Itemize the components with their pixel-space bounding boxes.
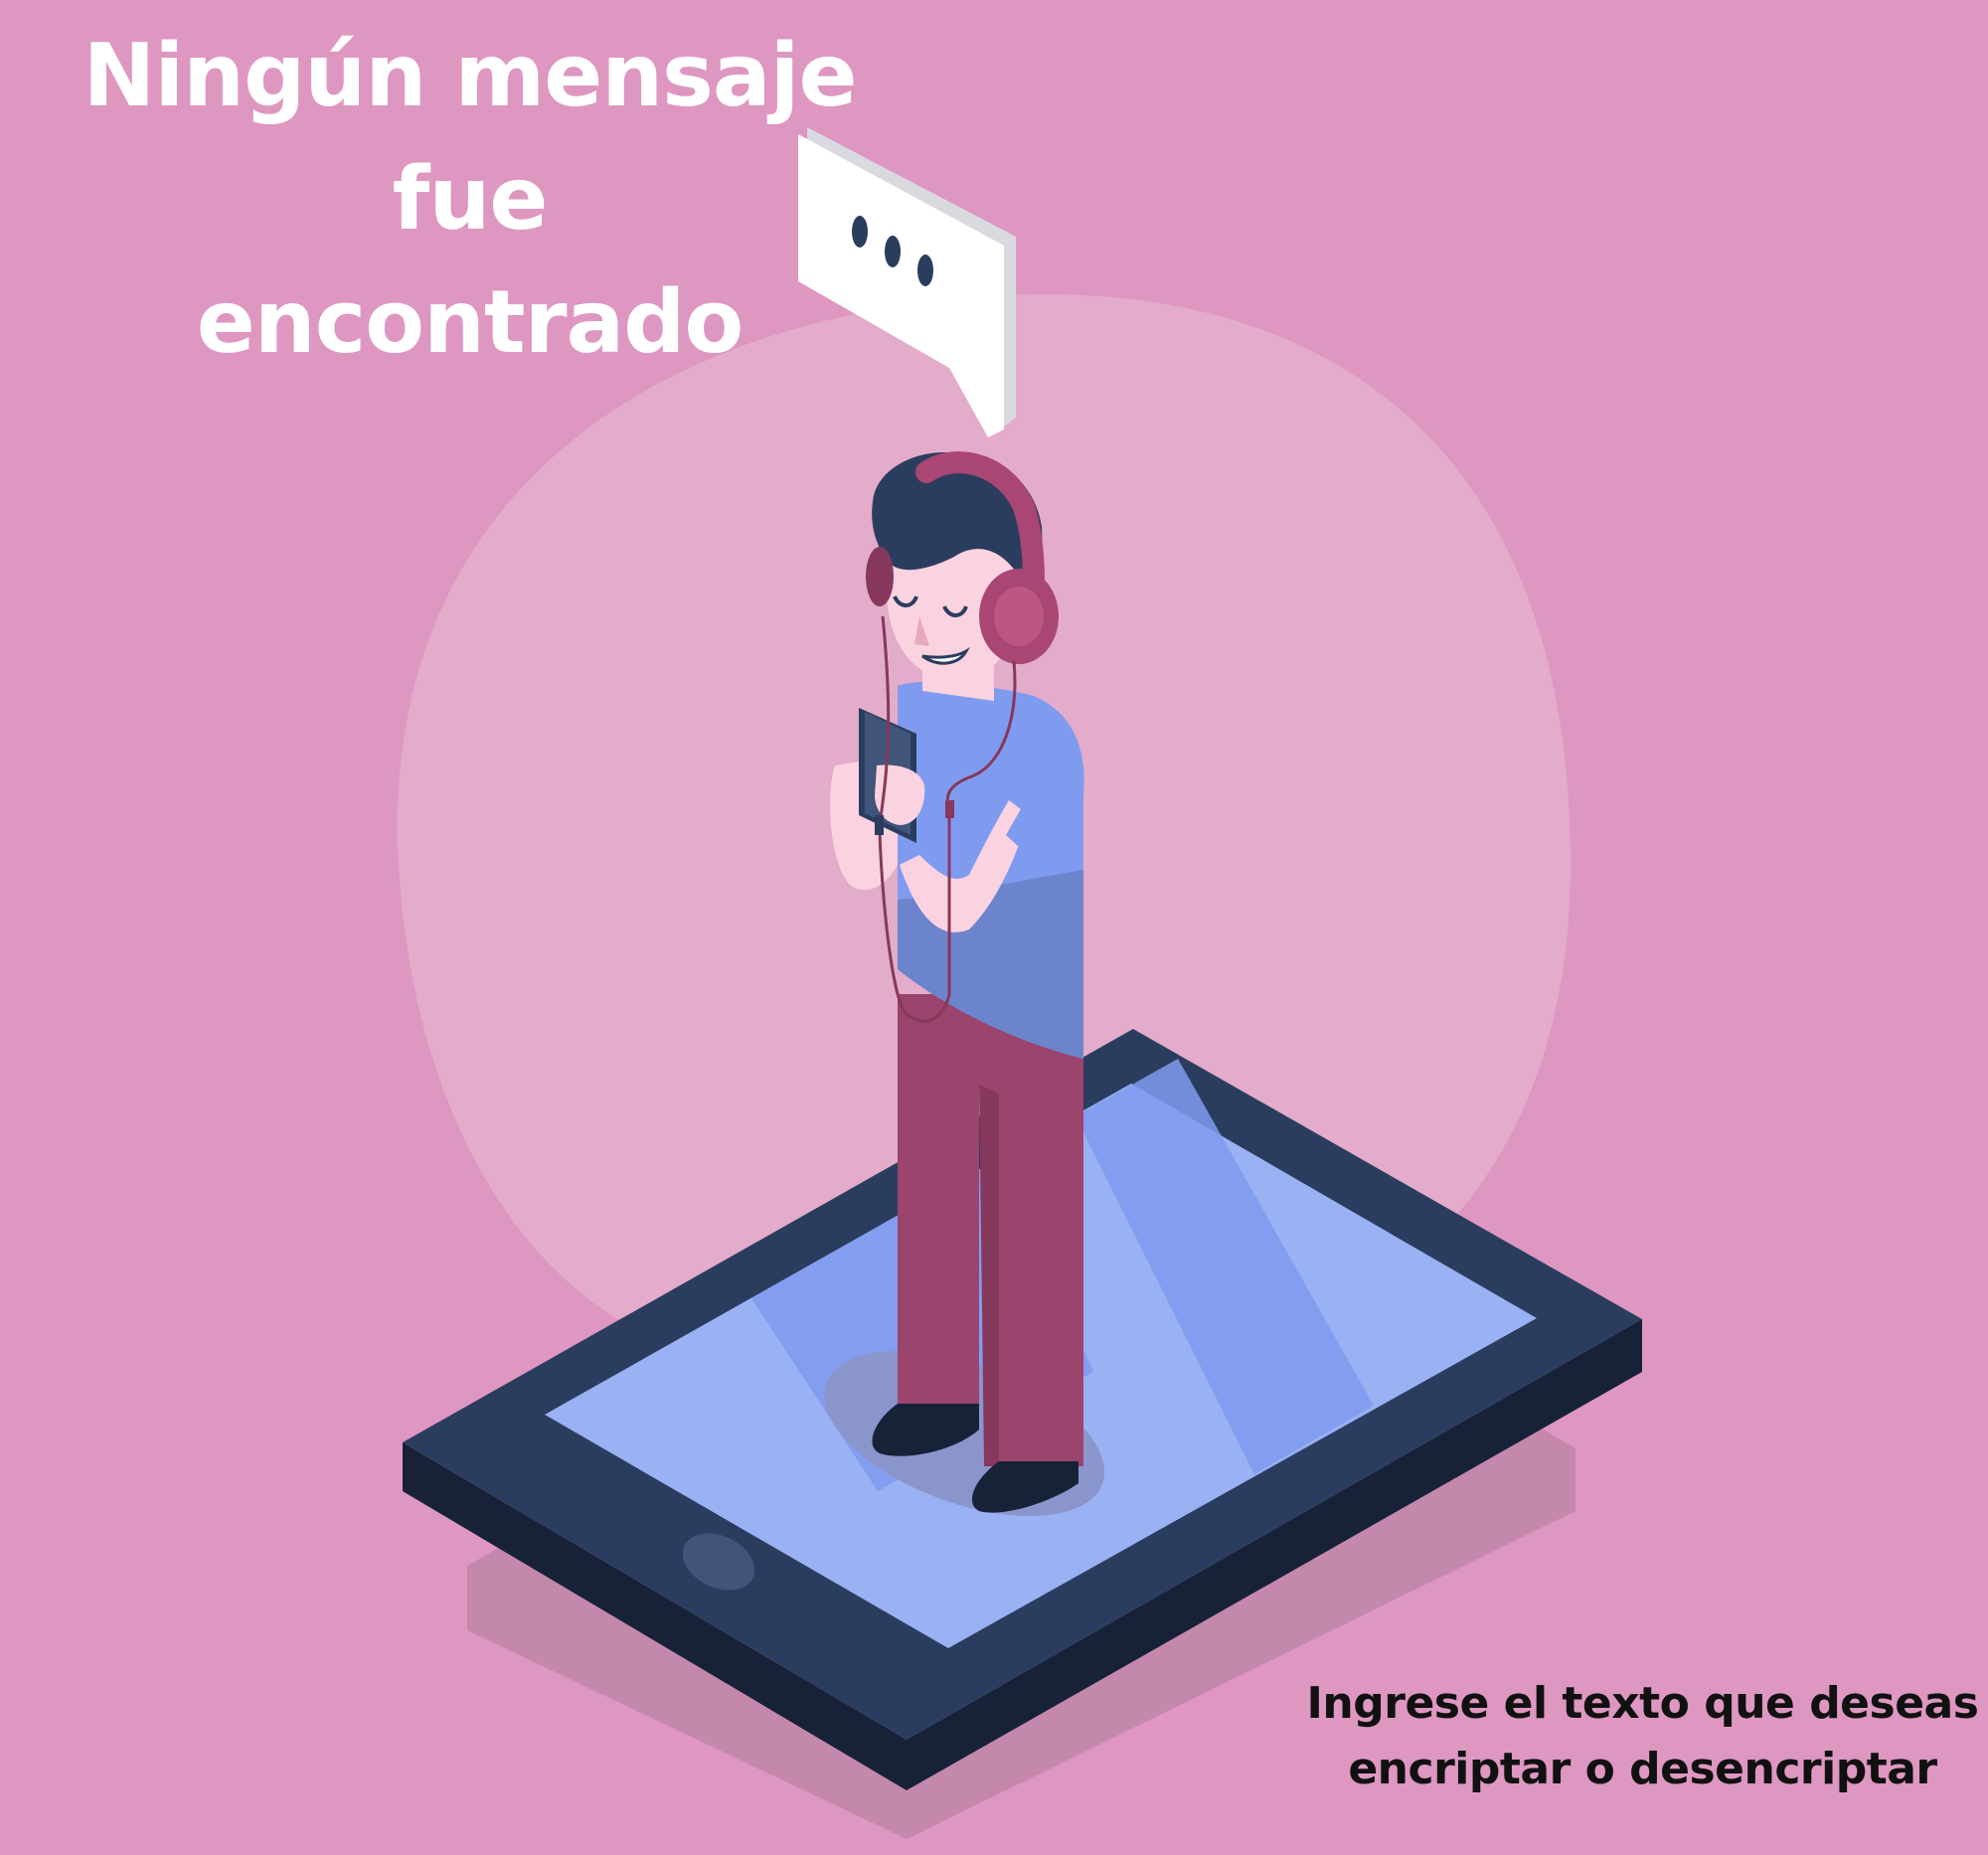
headphones-cable-mic [945, 800, 954, 818]
phone-cable-plug [875, 815, 884, 835]
page-title-line: encontrado [196, 271, 744, 373]
page-title-line: Ningún mensaje fue [83, 25, 858, 250]
empty-state-instruction: Ingrese el texto que deseas encriptar o … [1287, 1671, 1988, 1802]
instruction-line: Ingrese el texto que deseas [1306, 1678, 1979, 1729]
page-title: Ningún mensaje fue encontrado [0, 14, 939, 384]
figure-legs [898, 994, 1083, 1466]
instruction-line: encriptar o desencriptar [1348, 1744, 1937, 1794]
empty-state-screen: { "empty_state": { "title_line1": "Ningú… [0, 0, 1988, 1855]
